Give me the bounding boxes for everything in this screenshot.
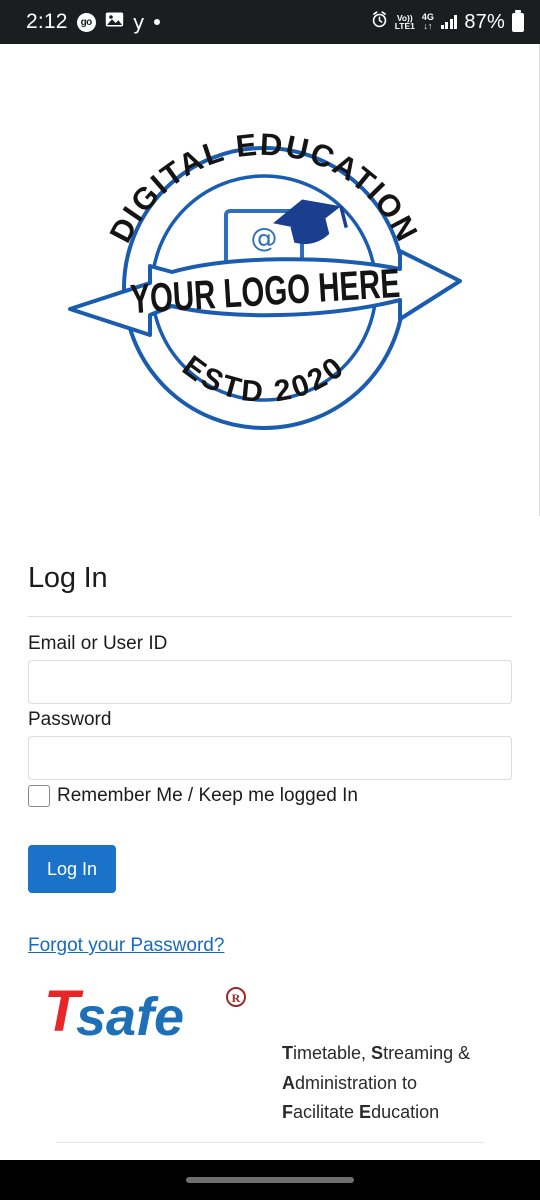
tagline-initial-e: E — [359, 1102, 372, 1123]
svg-text:ESTD 2020: ESTD 2020 — [176, 349, 352, 409]
status-clock: 2:12 — [26, 10, 68, 33]
status-bar-right: Vo)) LTE1 4G ↓↑ 87% — [371, 11, 524, 34]
network-type: 4G ↓↑ — [422, 12, 434, 32]
page-title: Log In — [28, 562, 108, 594]
status-bar: 2:12 go y Vo)) LTE1 4G ↓↑ 87% — [0, 0, 540, 44]
tagline-initial-s: S — [371, 1043, 384, 1063]
page-content: @ DIGITAL EDUCATION ESTD 2020 YOUR LOGO … — [0, 44, 540, 1160]
dot-icon — [153, 19, 160, 25]
svg-text:R: R — [232, 991, 241, 1005]
remember-me-checkbox[interactable] — [28, 785, 50, 807]
brand-tagline: Timetable, Streaming & Administration to… — [282, 1039, 512, 1128]
footer-divider — [56, 1142, 484, 1143]
battery-icon — [512, 12, 524, 32]
yahoo-y-icon: y — [132, 10, 145, 34]
tsafe-logo: T safe R — [40, 977, 280, 1049]
tagline-line-2: Administration to — [282, 1069, 512, 1099]
tagline-initial-a: A — [282, 1072, 295, 1093]
title-divider — [28, 616, 512, 617]
remember-me-row[interactable]: Remember Me / Keep me logged In — [28, 785, 512, 807]
password-input[interactable] — [28, 736, 512, 780]
alarm-icon — [371, 11, 388, 33]
tagline-text-1a: imetable, — [293, 1043, 372, 1063]
tagline-initial-f: F — [282, 1102, 293, 1123]
svg-text:safe: safe — [76, 987, 184, 1047]
email-field-group: Email or User ID — [28, 633, 512, 704]
organization-logo: @ DIGITAL EDUCATION ESTD 2020 YOUR LOGO … — [54, 133, 474, 433]
logo-panel: @ DIGITAL EDUCATION ESTD 2020 YOUR LOGO … — [0, 44, 540, 516]
forgot-password-link[interactable]: Forgot your Password? — [28, 935, 224, 957]
phone-screen: 2:12 go y Vo)) LTE1 4G ↓↑ 87% @ DIGITAL … — [0, 0, 540, 1200]
volte-bottom-label: LTE1 — [394, 21, 415, 31]
tagline-initial-t: T — [282, 1043, 293, 1063]
brand-footer: T safe R Timetable, Streaming & Administ… — [28, 977, 512, 1143]
tagline-text-1b: treaming & — [383, 1043, 471, 1063]
data-arrows-icon: ↓↑ — [423, 21, 433, 31]
tagline-text-2: dministration to — [295, 1072, 418, 1093]
tagline-line-3: Facilitate Education — [282, 1098, 512, 1128]
registered-trademark-icon: R — [226, 987, 246, 1007]
home-indicator[interactable] — [186, 1177, 354, 1183]
svg-text:YOUR LOGO HERE: YOUR LOGO HERE — [128, 260, 400, 322]
battery-percent-label: 87% — [464, 10, 505, 33]
volte-indicator: Vo)) LTE1 — [394, 13, 415, 31]
status-bar-left: 2:12 go y — [26, 10, 160, 34]
system-navigation-bar — [0, 1160, 540, 1200]
login-form: Log In Email or User ID Password Remembe… — [0, 562, 540, 1143]
svg-text:@: @ — [250, 223, 277, 254]
email-label: Email or User ID — [28, 633, 168, 654]
tagline-text-3b: ducation — [371, 1102, 440, 1123]
password-field-group: Password — [28, 709, 512, 780]
password-label: Password — [28, 709, 112, 730]
remember-me-label: Remember Me / Keep me logged In — [57, 785, 358, 806]
email-input[interactable] — [28, 660, 512, 704]
login-button[interactable]: Log In — [28, 845, 116, 893]
tagline-line-1: Timetable, Streaming & — [282, 1039, 512, 1069]
network-indicator: 4G ↓↑ — [422, 12, 434, 32]
photo-icon — [105, 11, 124, 33]
signal-bars-icon — [440, 15, 458, 29]
tagline-text-3a: acilitate — [293, 1102, 360, 1123]
go-badge-icon: go — [76, 12, 96, 32]
